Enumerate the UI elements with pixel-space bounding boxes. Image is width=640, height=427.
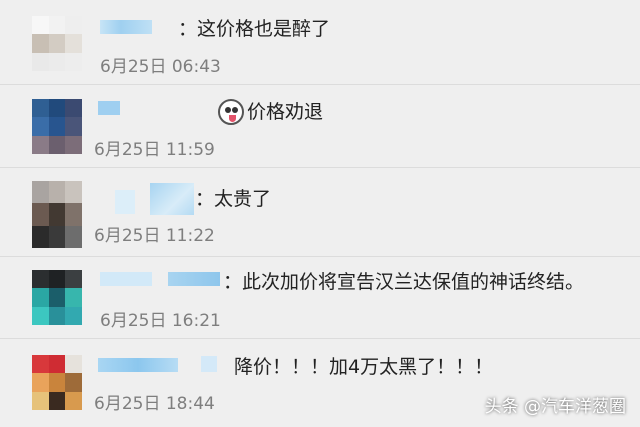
- username-blurred[interactable]: [201, 356, 217, 372]
- comment-text: ：此次加价将宣告汉兰达保值的神话终结。: [223, 271, 585, 293]
- avatar[interactable]: [32, 99, 82, 154]
- comment-date: 6月25日 11:59: [94, 140, 215, 160]
- comment-date: 6月25日 06:43: [100, 57, 221, 77]
- divider: [0, 167, 640, 168]
- comment-date: 6月25日 18:44: [94, 394, 215, 414]
- divider: [0, 338, 640, 339]
- username-blurred[interactable]: [168, 272, 220, 286]
- comment-text: ：太贵了: [195, 188, 272, 210]
- divider: [0, 84, 640, 85]
- username-blurred[interactable]: [150, 183, 194, 215]
- comment-date: 6月25日 11:22: [94, 226, 215, 246]
- comment-text: 价格劝退: [247, 101, 324, 123]
- username-blurred[interactable]: [100, 272, 152, 286]
- avatar[interactable]: [32, 355, 82, 410]
- comment-text: ：这价格也是醉了: [178, 18, 331, 40]
- username-blurred[interactable]: [98, 358, 178, 372]
- divider: [0, 256, 640, 257]
- comment-date: 6月25日 16:21: [100, 311, 221, 331]
- comment-text: 降价！！！加4万太黑了！！！: [234, 356, 494, 378]
- watermark: 头条 @汽车洋葱圈: [484, 397, 626, 417]
- username-blurred[interactable]: [115, 190, 135, 214]
- avatar[interactable]: [32, 16, 82, 71]
- username-blurred[interactable]: [100, 20, 152, 34]
- sticker-face-icon: [218, 99, 244, 125]
- avatar[interactable]: [32, 270, 82, 325]
- username-blurred[interactable]: [98, 101, 120, 115]
- avatar[interactable]: [32, 181, 82, 248]
